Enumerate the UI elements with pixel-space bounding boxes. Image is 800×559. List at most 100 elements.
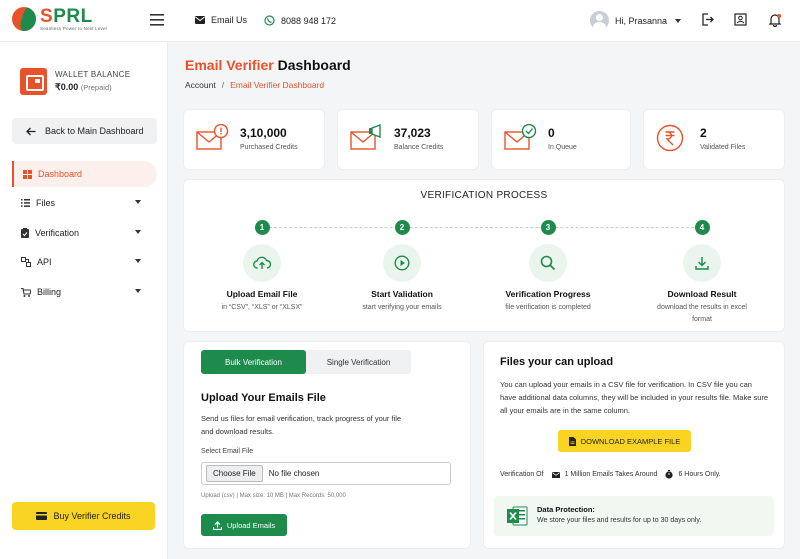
caret-down-icon <box>135 200 141 204</box>
protection-title: Data Protection: <box>537 505 595 514</box>
step-title: Verification Progress <box>505 289 591 299</box>
list-icon <box>21 199 30 207</box>
api-icon <box>21 257 31 267</box>
envelope-icon <box>551 471 560 478</box>
file-info-card: Files your can upload You can upload you… <box>484 342 784 548</box>
caret-down-icon <box>135 289 141 293</box>
sidebar-item-verification[interactable]: Verification <box>12 220 157 246</box>
logo[interactable]: SPRL Seamless Power to Next Level <box>12 7 107 31</box>
upload-description: Send us files for email verification, tr… <box>201 414 402 436</box>
process-step-4: 4 Download Result download the results i… <box>632 220 772 326</box>
select-file-label: Select Email File <box>201 448 254 455</box>
verification-time-info: Verification Of 1 Million Emails Takes A… <box>500 470 721 479</box>
breadcrumb-current: Email Verifier Dashboard <box>230 80 325 90</box>
stat-value: 0 <box>548 126 555 140</box>
page-title: Email Verifier Dashboard <box>185 57 351 73</box>
step-subtitle: start verifying your emails <box>362 304 442 311</box>
hamburger-menu-icon[interactable] <box>150 14 164 26</box>
process-step-3: 3 Verification Progress file verificatio… <box>478 220 618 314</box>
upload-emails-button[interactable]: Upload Emails <box>201 514 287 536</box>
upload-title: Upload Your Emails File <box>201 392 326 404</box>
stat-card-balance-credits: 37,023 Balance Credits <box>338 110 478 169</box>
caret-down-icon <box>135 259 141 263</box>
stat-label: In Queue <box>548 144 577 151</box>
stat-value: 37,023 <box>394 126 431 140</box>
info-title: Files your can upload <box>500 356 614 368</box>
caret-down-icon <box>135 230 141 234</box>
rupee-icon <box>656 124 684 152</box>
mail-check-icon <box>504 124 538 150</box>
download-icon <box>683 244 721 282</box>
upload-card: Bulk Verification Single Verification Up… <box>184 342 470 548</box>
verification-process-card: VERIFICATION PROCESS 1 Upload Email File… <box>184 180 784 331</box>
step-subtitle: file verification is completed <box>505 304 591 311</box>
tab-single-verification[interactable]: Single Verification <box>306 350 411 374</box>
stat-label: Validated Files <box>700 144 746 151</box>
protection-text: We store your files and results for up t… <box>537 517 702 524</box>
wallet-icon <box>20 68 47 95</box>
stat-card-purchased-credits: 3,10,000 Purchased Credits <box>184 110 324 169</box>
step-number: 2 <box>394 220 410 235</box>
envelope-icon <box>195 16 205 24</box>
stat-label: Purchased Credits <box>240 144 298 151</box>
file-input[interactable]: Choose File No file chosen <box>201 462 451 485</box>
step-title: Upload Email File <box>226 289 298 299</box>
arrow-left-icon <box>26 127 36 136</box>
cart-icon <box>21 287 31 297</box>
breadcrumb-account[interactable]: Account <box>185 80 216 90</box>
tab-bulk-verification[interactable]: Bulk Verification <box>201 350 306 374</box>
sidebar-item-billing[interactable]: Billing <box>12 279 157 305</box>
phone-link[interactable]: 8088 948 172 <box>264 15 336 26</box>
sidebar-item-dashboard[interactable]: Dashboard <box>12 161 157 187</box>
mail-alert-icon <box>196 124 230 150</box>
file-status: No file chosen <box>268 469 320 478</box>
stat-value: 2 <box>700 126 707 140</box>
step-number: 3 <box>540 220 556 235</box>
stopwatch-icon <box>665 470 674 479</box>
bell-icon[interactable] <box>768 13 782 27</box>
cloud-upload-icon <box>243 244 281 282</box>
back-to-main-dashboard-button[interactable]: Back to Main Dashboard <box>12 118 157 144</box>
step-subtitle: download the results in excel format <box>657 304 747 323</box>
process-step-1: 1 Upload Email File in “CSV”, “XLS” or “… <box>192 220 332 314</box>
avatar <box>590 11 609 30</box>
upload-icon <box>212 520 222 530</box>
stat-card-validated-files: 2 Validated Files <box>644 110 784 169</box>
stat-label: Balance Credits <box>394 144 444 151</box>
grid-icon <box>23 169 32 179</box>
upload-hint: Upload (csv) | Max size: 10 MB | Max Rec… <box>201 493 346 499</box>
clipboard-icon <box>21 228 29 238</box>
wallet-balance: WALLET BALANCE ₹0.00 (Prepaid) <box>20 68 130 95</box>
play-icon <box>383 244 421 282</box>
step-subtitle: in “CSV”, “XLS” or “XLSX” <box>221 304 303 311</box>
step-title: Download Result <box>667 289 737 299</box>
email-us-link[interactable]: Email Us <box>195 15 247 25</box>
wallet-amount: ₹0.00 (Prepaid) <box>55 82 112 92</box>
buy-verifier-credits-button[interactable]: Buy Verifier Credits <box>12 502 155 530</box>
caret-down-icon <box>675 18 682 23</box>
file-icon <box>568 436 576 446</box>
logo-tagline: Seamless Power to Next Level <box>40 26 107 31</box>
whatsapp-icon <box>264 15 275 26</box>
info-description: You can upload your emails in a CSV file… <box>500 380 769 415</box>
step-number: 1 <box>254 220 270 235</box>
process-title: VERIFICATION PROCESS <box>420 190 548 201</box>
top-header: SPRL Seamless Power to Next Level Email … <box>0 0 800 42</box>
user-menu[interactable]: Hi, Prasanna <box>590 11 682 30</box>
data-protection-notice: Data Protection: We store your files and… <box>494 496 774 536</box>
mail-megaphone-icon <box>350 124 384 150</box>
sidebar-item-files[interactable]: Files <box>12 190 157 216</box>
download-example-file-button[interactable]: DOWNLOAD EXAMPLE FILE <box>558 430 691 452</box>
stat-card-in-queue: 0 In Queue <box>492 110 630 169</box>
wallet-label: WALLET BALANCE <box>55 70 131 79</box>
sidebar-item-api[interactable]: API <box>12 249 157 275</box>
magnifier-icon <box>529 244 567 282</box>
breadcrumb: Account / Email Verifier Dashboard <box>185 80 325 90</box>
verification-tabs: Bulk Verification Single Verification <box>201 350 411 374</box>
choose-file-button[interactable]: Choose File <box>206 465 263 482</box>
sidebar: WALLET BALANCE ₹0.00 (Prepaid) Back to M… <box>0 42 168 559</box>
logo-mark-icon <box>12 7 36 31</box>
logout-icon[interactable] <box>701 13 714 26</box>
gallery-icon[interactable] <box>734 13 747 26</box>
credit-card-icon <box>36 512 48 520</box>
